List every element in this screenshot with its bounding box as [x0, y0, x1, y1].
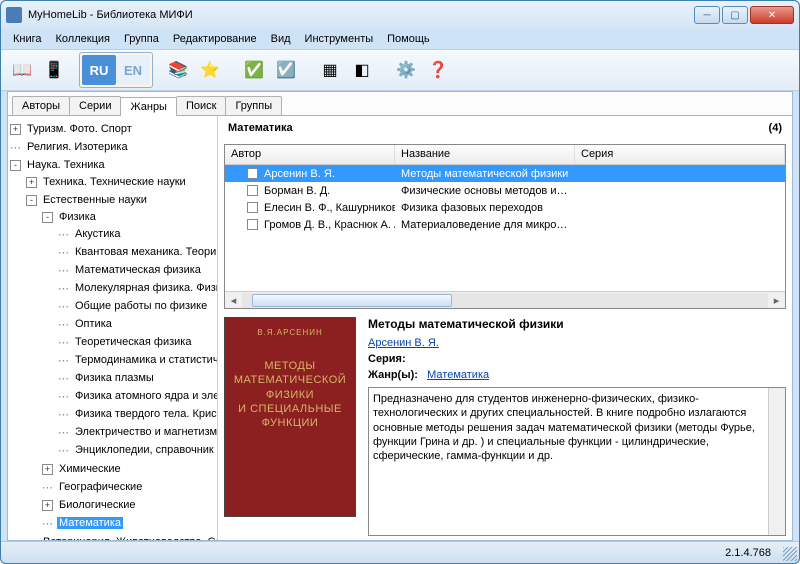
menu-help[interactable]: Помощь — [381, 31, 436, 47]
lang-en-button[interactable]: EN — [116, 55, 150, 85]
tree-item[interactable]: Физика — [57, 211, 98, 223]
table-row[interactable]: Борман В. Д.Физические основы методов ис… — [225, 182, 785, 199]
tree-item[interactable]: Физика твердого тела. Крис — [73, 408, 218, 420]
maximize-button[interactable]: ▢ — [722, 6, 748, 24]
checkbox[interactable] — [247, 168, 258, 179]
help-icon[interactable]: ❓ — [423, 55, 453, 85]
hscrollbar[interactable]: ◂▸ — [225, 291, 785, 308]
tree-item[interactable]: Религия. Изотерика — [25, 141, 130, 153]
version-label: 2.1.4.768 — [725, 547, 771, 559]
genre-count: (4) — [769, 122, 782, 134]
grid-icon[interactable]: ▦ — [315, 55, 345, 85]
tab-genres[interactable]: Жанры — [120, 97, 177, 116]
expand-icon[interactable]: + — [10, 124, 21, 135]
tree-item[interactable]: Общие работы по физике — [73, 300, 209, 312]
tab-groups[interactable]: Группы — [225, 96, 282, 115]
device-icon[interactable]: 📱 — [39, 55, 69, 85]
col-title[interactable]: Название — [395, 145, 575, 164]
book-description: Предназначено для студентов инженерно-фи… — [368, 387, 786, 536]
table-row[interactable]: Громов Д. В., Краснюк А. А.Материаловеде… — [225, 216, 785, 233]
genre-label: Жанр(ы): — [368, 369, 418, 381]
book-icon[interactable]: 📖 — [7, 55, 37, 85]
book-cover: В.Я.АРСЕНИН МЕТОДЫ МАТЕМАТИЧЕСКОЙ ФИЗИКИ… — [224, 317, 356, 517]
content: Авторы Серии Жанры Поиск Группы + Туризм.… — [7, 91, 793, 541]
titlebar[interactable]: MyHomeLib - Библиотека МИФИ ─ ▢ ✕ — [1, 1, 799, 29]
statusbar: 2.1.4.768 — [1, 541, 799, 563]
books-icon[interactable]: 📚 — [163, 55, 193, 85]
tree-item[interactable]: Биологические — [57, 499, 137, 511]
book-list: Автор Название Серия Арсенин В. Я.Методы… — [224, 144, 786, 309]
vscrollbar[interactable] — [768, 388, 785, 535]
check-icon[interactable]: ✅ — [239, 55, 269, 85]
tree-item[interactable]: Энциклопедии, справочник — [73, 444, 216, 456]
tab-search[interactable]: Поиск — [176, 96, 226, 115]
tab-series[interactable]: Серии — [69, 96, 121, 115]
genre-link[interactable]: Математика — [427, 369, 489, 381]
genre-tree[interactable]: +Туризм. Фото. Спорт ⋯Религия. Изотерика… — [8, 116, 218, 540]
table-row[interactable]: Арсенин В. Я.Методы математической физик… — [225, 165, 785, 182]
menu-edit[interactable]: Редактирование — [167, 31, 263, 47]
tree-item[interactable]: Физика плазмы — [73, 372, 156, 384]
menu-view[interactable]: Вид — [265, 31, 297, 47]
collapse-icon[interactable]: - — [10, 160, 21, 171]
col-author[interactable]: Автор — [225, 145, 395, 164]
gear-icon[interactable]: ⚙️ — [391, 55, 421, 85]
tabs: Авторы Серии Жанры Поиск Группы — [8, 92, 792, 116]
tree-item[interactable]: Наука. Техника — [25, 159, 107, 171]
tree-item[interactable]: Теоретическая физика — [73, 336, 193, 348]
detail-panel: В.Я.АРСЕНИН МЕТОДЫ МАТЕМАТИЧЕСКОЙ ФИЗИКИ… — [224, 317, 786, 536]
tab-authors[interactable]: Авторы — [12, 96, 70, 115]
menu-tools[interactable]: Инструменты — [299, 31, 380, 47]
tree-item[interactable]: Квантовая механика. Теори — [73, 246, 218, 258]
tree-item[interactable]: Техника. Технические науки — [41, 176, 188, 188]
lang-ru-button[interactable]: RU — [82, 55, 116, 85]
tree-item[interactable]: Туризм. Фото. Спорт — [25, 123, 134, 135]
tree-item[interactable]: Ветеринария. Животноводство. Се — [41, 536, 218, 540]
book-title: Методы математической физики — [368, 317, 786, 331]
uncheck-icon[interactable]: ☑️ — [271, 55, 301, 85]
app-icon — [6, 7, 22, 23]
genre-heading: Математика — [228, 122, 293, 134]
tree-item[interactable]: Молекулярная физика. Физи — [73, 282, 218, 294]
main-panel: Математика (4) Автор Название Серия Арсе… — [218, 116, 792, 540]
col-series[interactable]: Серия — [575, 145, 785, 164]
table-row[interactable]: Елесин В. Ф., Кашурников ...Физика фазов… — [225, 199, 785, 216]
checkbox[interactable] — [247, 185, 258, 196]
menu-collection[interactable]: Коллекция — [50, 31, 116, 47]
close-button[interactable]: ✕ — [750, 6, 794, 24]
tree-item[interactable]: Естественные науки — [41, 194, 149, 206]
menu-group[interactable]: Группа — [118, 31, 165, 47]
tree-item[interactable]: Оптика — [73, 318, 114, 330]
app-window: MyHomeLib - Библиотека МИФИ ─ ▢ ✕ Книга … — [0, 0, 800, 564]
series-label: Серия: — [368, 353, 406, 365]
lang-group: RU EN — [79, 52, 153, 88]
menubar: Книга Коллекция Группа Редактирование Ви… — [1, 29, 799, 49]
toolbar: 📖 📱 RU EN 📚 ⭐ ✅ ☑️ ▦ ◧ ⚙️ ❓ — [1, 49, 799, 91]
menu-book[interactable]: Книга — [7, 31, 48, 47]
tree-item[interactable]: Физика атомного ядра и эле — [73, 390, 218, 402]
checkbox[interactable] — [247, 202, 258, 213]
minimize-button[interactable]: ─ — [694, 6, 720, 24]
tree-item[interactable]: Математическая физика — [73, 264, 203, 276]
layout-icon[interactable]: ◧ — [347, 55, 377, 85]
tree-item[interactable]: Электричество и магнетизм — [73, 426, 218, 438]
tree-item-selected[interactable]: Математика — [57, 517, 123, 529]
add-star-icon[interactable]: ⭐ — [195, 55, 225, 85]
tree-item[interactable]: Акустика — [73, 228, 123, 240]
tree-item[interactable]: Термодинамика и статистич — [73, 354, 218, 366]
window-title: MyHomeLib - Библиотека МИФИ — [28, 9, 694, 21]
tree-item[interactable]: Химические — [57, 463, 123, 475]
author-link[interactable]: Арсенин В. Я. — [368, 337, 439, 349]
checkbox[interactable] — [247, 219, 258, 230]
tree-item[interactable]: Географические — [57, 481, 144, 493]
resize-grip[interactable] — [783, 547, 797, 561]
